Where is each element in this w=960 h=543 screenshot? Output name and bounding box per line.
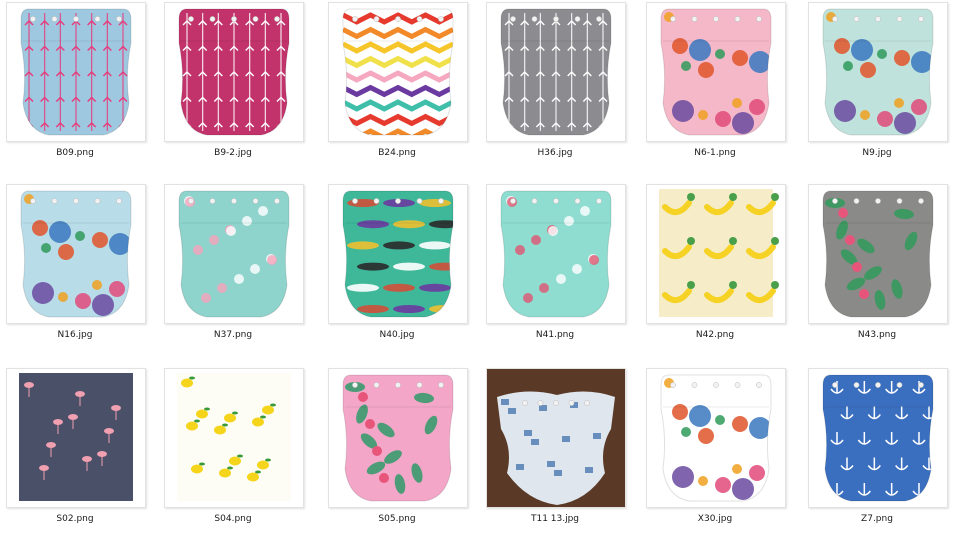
file-name-label[interactable]: N9.jpg <box>802 148 952 158</box>
diaper-chevron-rainbow-thumbnail[interactable] <box>328 2 468 142</box>
diaper-arrows-gray-thumbnail[interactable] <box>486 2 626 142</box>
diaper-feathers-teal-thumbnail[interactable] <box>328 184 468 324</box>
diaper-flamingo-mint-thumbnail[interactable] <box>486 184 626 324</box>
file-tile[interactable]: B24.png <box>322 2 472 177</box>
file-name-label[interactable]: N43.png <box>802 330 952 340</box>
file-name-label[interactable]: N41.png <box>480 330 630 340</box>
file-tile[interactable]: N40.jpg <box>322 184 472 359</box>
file-thumbnail-grid: B09.png B9-2.jpg B24.png H36.jpg N6-1.png N9.… <box>0 0 960 536</box>
thumbnail-image <box>165 369 303 507</box>
diaper-animals-pink-thumbnail[interactable] <box>646 2 786 142</box>
file-tile[interactable]: N37.png <box>158 184 308 359</box>
flamingo-fabric-thumbnail[interactable] <box>6 368 146 508</box>
file-tile[interactable]: N41.png <box>480 184 630 359</box>
file-tile[interactable]: N6-1.png <box>640 2 790 177</box>
file-tile[interactable]: H36.jpg <box>480 2 630 177</box>
file-name-label[interactable]: B09.png <box>0 148 150 158</box>
file-name-label[interactable]: Z7.png <box>802 514 952 524</box>
file-tile[interactable]: S05.png <box>322 368 472 543</box>
file-name-label[interactable]: N40.jpg <box>322 330 472 340</box>
thumbnail-image <box>342 190 454 318</box>
bananas-fabric-thumbnail[interactable] <box>646 184 786 324</box>
thumbnail-image <box>20 8 132 136</box>
file-tile[interactable]: N43.png <box>802 184 952 359</box>
file-name-label[interactable]: S04.png <box>158 514 308 524</box>
diaper-butterflies-thumbnail[interactable] <box>6 184 146 324</box>
file-name-label[interactable]: X30.jpg <box>640 514 790 524</box>
thumbnail-image <box>647 185 785 323</box>
file-name-label[interactable]: N6-1.png <box>640 148 790 158</box>
diaper-tropical-gray-thumbnail[interactable] <box>808 184 948 324</box>
diaper-photo-on-wood-thumbnail[interactable] <box>486 368 626 508</box>
thumbnail-image <box>822 8 934 136</box>
diaper-anchors-blue-thumbnail[interactable] <box>808 368 948 508</box>
file-name-label[interactable]: N42.png <box>640 330 790 340</box>
file-tile[interactable]: S04.png <box>158 368 308 543</box>
file-name-label[interactable]: N16.jpg <box>0 330 150 340</box>
file-tile[interactable]: T11 13.jpg <box>480 368 630 543</box>
thumbnail-image <box>500 8 612 136</box>
file-name-label[interactable]: H36.jpg <box>480 148 630 158</box>
diaper-icecream-thumbnail[interactable] <box>164 184 304 324</box>
thumbnail-image <box>660 374 772 502</box>
file-tile[interactable]: X30.jpg <box>640 368 790 543</box>
thumbnail-image <box>20 190 132 318</box>
diaper-dogs-mint-thumbnail[interactable] <box>808 2 948 142</box>
thumbnail-image <box>822 190 934 318</box>
thumbnail-image <box>660 8 772 136</box>
thumbnail-image <box>178 190 290 318</box>
diaper-arrows-pink-thumbnail[interactable] <box>164 2 304 142</box>
file-tile[interactable]: S02.png <box>0 368 150 543</box>
thumbnail-image <box>500 190 612 318</box>
file-tile[interactable]: B09.png <box>0 2 150 177</box>
file-name-label[interactable]: T11 13.jpg <box>480 514 630 524</box>
file-name-label[interactable]: S02.png <box>0 514 150 524</box>
thumbnail-image <box>178 8 290 136</box>
diaper-owls-white-thumbnail[interactable] <box>646 368 786 508</box>
thumbnail-image <box>7 369 145 507</box>
file-tile[interactable]: B9-2.jpg <box>158 2 308 177</box>
thumbnail-image <box>487 369 625 507</box>
file-name-label[interactable]: B9-2.jpg <box>158 148 308 158</box>
thumbnail-image <box>342 8 454 136</box>
diaper-flamingo-pink-thumbnail[interactable] <box>328 368 468 508</box>
thumbnail-image <box>822 374 934 502</box>
diaper-arrows-blue-thumbnail[interactable] <box>6 2 146 142</box>
file-name-label[interactable]: S05.png <box>322 514 472 524</box>
file-tile[interactable]: N42.png <box>640 184 790 359</box>
file-name-label[interactable]: B24.png <box>322 148 472 158</box>
file-tile[interactable]: N16.jpg <box>0 184 150 359</box>
lemons-fabric-thumbnail[interactable] <box>164 368 304 508</box>
file-tile[interactable]: Z7.png <box>802 368 952 543</box>
thumbnail-image <box>342 374 454 502</box>
file-tile[interactable]: N9.jpg <box>802 2 952 177</box>
file-name-label[interactable]: N37.png <box>158 330 308 340</box>
